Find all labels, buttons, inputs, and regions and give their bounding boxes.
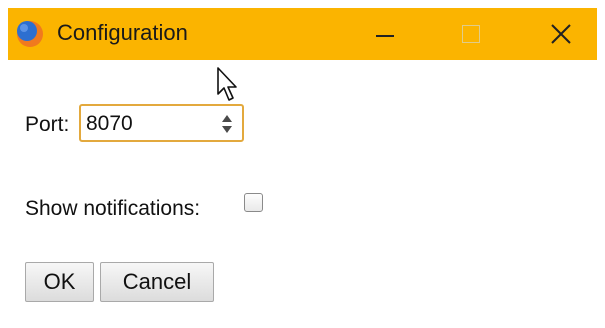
spinner-arrows-icon[interactable] bbox=[220, 112, 234, 136]
show-notifications-label: Show notifications: bbox=[25, 197, 201, 220]
title-bar[interactable]: Configuration bbox=[8, 8, 597, 60]
minimize-button[interactable] bbox=[350, 8, 420, 60]
port-label: Port: bbox=[25, 113, 70, 136]
minimize-icon bbox=[376, 35, 394, 37]
app-logo-icon bbox=[17, 21, 43, 47]
cancel-button[interactable]: Cancel bbox=[100, 262, 214, 302]
maximize-icon bbox=[462, 25, 480, 43]
port-value[interactable]: 8070 bbox=[86, 111, 133, 137]
maximize-button[interactable] bbox=[436, 8, 506, 60]
show-notifications-checkbox[interactable] bbox=[244, 193, 263, 212]
window-title: Configuration bbox=[57, 20, 188, 45]
close-button[interactable] bbox=[526, 8, 596, 60]
configuration-window: Configuration Port: 8070 Show notificati… bbox=[0, 0, 605, 328]
mouse-pointer-icon bbox=[217, 67, 237, 101]
port-number-input[interactable]: 8070 bbox=[79, 104, 244, 142]
close-icon bbox=[551, 24, 571, 44]
ok-button[interactable]: OK bbox=[25, 262, 94, 302]
